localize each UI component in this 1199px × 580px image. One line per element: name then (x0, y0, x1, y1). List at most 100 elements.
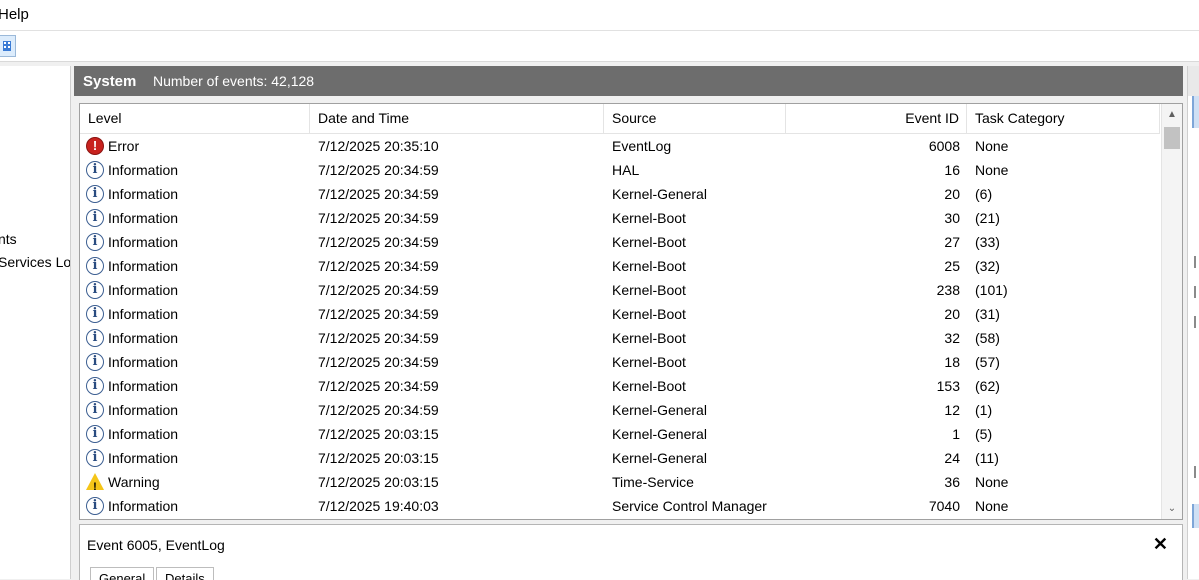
task-category-cell: (21) (975, 210, 1000, 226)
task-category-cell: (5) (975, 426, 993, 442)
event-id-cell: 25 (944, 258, 960, 274)
source-cell: Kernel-Boot (612, 378, 686, 394)
info-icon: i (86, 185, 104, 203)
menu-help[interactable]: Help (0, 6, 29, 23)
scroll-thumb[interactable] (1164, 127, 1180, 149)
event-id-cell: 18 (944, 354, 960, 370)
event-id-cell: 238 (936, 282, 960, 298)
task-category-cell: (62) (975, 378, 1000, 394)
source-cell: Kernel-General (612, 426, 707, 442)
table-row[interactable]: i Information 7/12/2025 20:34:59 Kernel-Boo… (80, 254, 1160, 278)
task-category-cell: (33) (975, 234, 1000, 250)
info-icon: i (86, 377, 104, 395)
column-header-level[interactable]: Level (80, 104, 310, 133)
date-time-cell: 7/12/2025 20:34:59 (318, 186, 439, 202)
task-category-cell: (1) (975, 402, 993, 418)
source-cell: Kernel-General (612, 402, 707, 418)
vertical-scrollbar[interactable]: ▲ ⌄ (1161, 104, 1182, 519)
column-header-date-time[interactable]: Date and Time (310, 104, 604, 133)
level-cell: Information (108, 234, 179, 250)
date-time-cell: 7/12/2025 20:03:15 (318, 474, 439, 490)
actions-pane (1187, 66, 1199, 579)
menu-bar: Help (0, 0, 1199, 31)
table-row[interactable]: i Information 7/12/2025 20:34:59 Kernel-Gen… (80, 182, 1160, 206)
table-row[interactable]: i Information 7/12/2025 20:34:59 Kernel-Boo… (80, 350, 1160, 374)
column-header-task-category[interactable]: Task Category (967, 104, 1160, 133)
event-id-cell: 32 (944, 330, 960, 346)
task-category-cell: None (975, 498, 1009, 514)
date-time-cell: 7/12/2025 20:34:59 (318, 402, 439, 418)
source-cell: Kernel-Boot (612, 210, 686, 226)
task-category-cell: None (975, 162, 1009, 178)
table-row[interactable]: i Information 7/12/2025 19:40:03 Service Co… (80, 494, 1160, 518)
date-time-cell: 7/12/2025 20:34:59 (318, 354, 439, 370)
actions-section-system[interactable] (1192, 96, 1199, 128)
table-row[interactable]: i Information 7/12/2025 20:34:59 HAL 16 None (80, 158, 1160, 182)
source-cell: Kernel-Boot (612, 306, 686, 322)
level-cell: Information (108, 186, 179, 202)
task-category-cell: (101) (975, 282, 1008, 298)
source-cell: Kernel-Boot (612, 234, 686, 250)
level-cell: Information (108, 282, 179, 298)
table-row[interactable]: ! Error 7/12/2025 20:35:10 EventLog 6008 None (80, 134, 1160, 158)
task-category-cell: (6) (975, 186, 993, 202)
table-row[interactable]: i Information 7/12/2025 20:34:59 Kernel-Boo… (80, 326, 1160, 350)
table-row[interactable]: i Information 7/12/2025 20:34:59 Kernel-Boo… (80, 278, 1160, 302)
tab-general[interactable]: General (90, 567, 155, 580)
level-cell: Warning (108, 474, 160, 490)
source-cell: Service Control Manager (612, 498, 767, 514)
table-row[interactable]: ! Warning 7/12/2025 20:03:15 Time-Service 36… (80, 470, 1160, 494)
source-cell: Kernel-General (612, 450, 707, 466)
event-id-cell: 27 (944, 234, 960, 250)
console-tree: nts Services Lo (0, 66, 71, 579)
task-category-cell: (32) (975, 258, 1000, 274)
tree-item-events[interactable]: nts (0, 231, 17, 247)
event-id-cell: 7040 (928, 498, 960, 514)
tab-details[interactable]: Details (156, 567, 214, 580)
info-icon: i (86, 161, 104, 179)
info-icon: i (86, 209, 104, 227)
level-cell: Information (108, 306, 179, 322)
info-icon: i (86, 449, 104, 467)
table-row[interactable]: i Information 7/12/2025 20:34:59 Kernel-Boo… (80, 206, 1160, 230)
event-id-cell: 16 (944, 162, 960, 178)
source-cell: Kernel-Boot (612, 282, 686, 298)
task-category-cell: (31) (975, 306, 1000, 322)
scroll-down-arrow-icon[interactable]: ⌄ (1162, 499, 1182, 519)
date-time-cell: 7/12/2025 20:03:15 (318, 426, 439, 442)
show-hide-console-tree-button[interactable] (0, 35, 16, 57)
event-count: Number of events: 42,128 (153, 73, 315, 89)
date-time-cell: 7/12/2025 19:40:03 (318, 498, 439, 514)
source-cell: Time-Service (612, 474, 694, 490)
date-time-cell: 7/12/2025 20:34:59 (318, 306, 439, 322)
close-icon[interactable]: ✕ (1153, 534, 1168, 555)
table-row[interactable]: i Information 7/12/2025 20:34:59 Kernel-Gen… (80, 398, 1160, 422)
level-cell: Information (108, 402, 179, 418)
table-row[interactable]: i Information 7/12/2025 20:34:59 Kernel-Boo… (80, 230, 1160, 254)
source-cell: EventLog (612, 138, 672, 154)
date-time-cell: 7/12/2025 20:34:59 (318, 258, 439, 274)
table-row[interactable]: i Information 7/12/2025 20:03:15 Kernel-Gen… (80, 422, 1160, 446)
table-row[interactable]: i Information 7/12/2025 20:03:15 Kernel-Gen… (80, 446, 1160, 470)
task-category-cell: (58) (975, 330, 1000, 346)
column-header-source[interactable]: Source (604, 104, 786, 133)
table-row[interactable]: i Information 7/12/2025 20:34:59 Kernel-Boo… (80, 302, 1160, 326)
level-cell: Error (108, 138, 140, 154)
table-row[interactable]: i Information 7/12/2025 20:34:59 Kernel-Boo… (80, 374, 1160, 398)
scroll-up-arrow-icon[interactable]: ▲ (1162, 104, 1182, 124)
event-id-cell: 6008 (928, 138, 960, 154)
date-time-cell: 7/12/2025 20:34:59 (318, 330, 439, 346)
column-header-event-id[interactable]: Event ID (786, 104, 967, 133)
source-cell: Kernel-General (612, 186, 707, 202)
level-cell: Information (108, 378, 179, 394)
source-cell: Kernel-Boot (612, 258, 686, 274)
date-time-cell: 7/12/2025 20:34:59 (318, 378, 439, 394)
actions-section-event[interactable] (1192, 504, 1199, 528)
error-icon: ! (86, 137, 104, 155)
event-id-cell: 30 (944, 210, 960, 226)
tree-item-services-logs[interactable]: Services Lo (0, 254, 70, 270)
level-cell: Information (108, 498, 179, 514)
info-icon: i (86, 305, 104, 323)
level-cell: Information (108, 210, 179, 226)
events-pane: System Number of events: 42,128 Level Da… (74, 66, 1183, 580)
